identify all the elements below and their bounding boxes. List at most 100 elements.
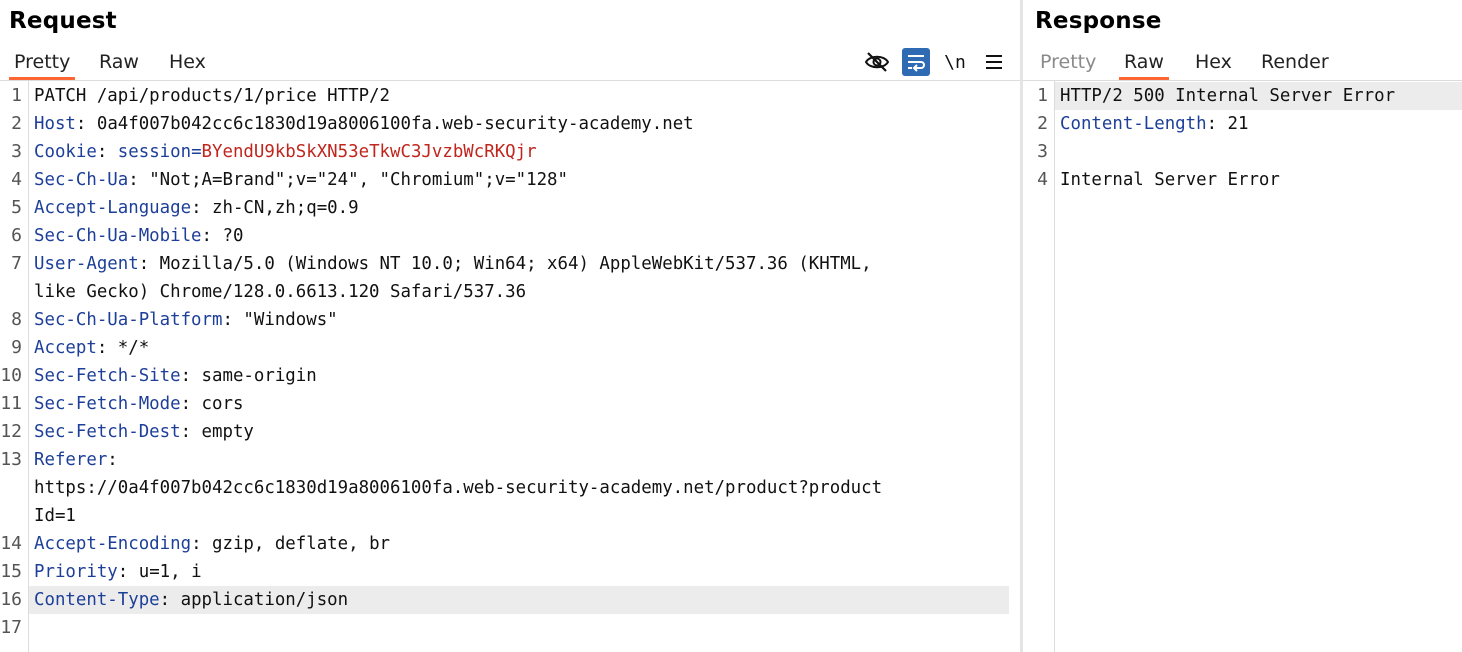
header-name: Cookie [34, 142, 97, 162]
line-number: 4 [11, 169, 22, 190]
line-content: Sec-Fetch-Dest: empty [34, 422, 254, 442]
eye-slash-icon[interactable] [863, 48, 891, 76]
line-number: 4 [1037, 169, 1048, 190]
line-text: like Gecko) Chrome/128.0.6613.120 Safari… [34, 282, 527, 302]
editor-line: 5 Accept-Language: zh-CN,zh;q=0.9 [0, 194, 1020, 222]
tab-hex[interactable]: Hex [1190, 48, 1237, 78]
header-name: Sec-Ch-Ua-Platform [34, 310, 223, 330]
editor-line: 1 HTTP/2 500 Internal Server Error [1023, 82, 1462, 110]
line-number: 5 [11, 197, 22, 218]
header-value: ?0 [222, 226, 244, 246]
line-number: 6 [11, 225, 22, 246]
cookie-value: BYendU9kbSkXN53eTkwC3JvzbWcRKQjr [201, 142, 537, 162]
line-number: 1 [11, 85, 22, 106]
tab-hex[interactable]: Hex [164, 48, 211, 78]
line-content: PATCH /api/products/1/price HTTP/2 [34, 82, 390, 110]
line-number: 16 [0, 589, 22, 610]
line-content: User-Agent: Mozilla/5.0 (Windows NT 10.0… [34, 254, 872, 274]
header-value: cors [201, 394, 244, 414]
header-name: Accept-Language [34, 198, 192, 218]
line-text: Internal Server Error [1060, 170, 1280, 190]
header-value: application/json [180, 590, 349, 610]
editor-line: 3 [1023, 138, 1462, 166]
editor-line: 3 Cookie: session=BYendU9kbSkXN53eTkwC3Jv… [0, 138, 1020, 166]
tab-render[interactable]: Render [1256, 48, 1334, 78]
line-number: 7 [11, 253, 22, 274]
editor-line: https://0a4f007b042cc6c1830d19a8006100fa… [0, 474, 1020, 502]
line-content: like Gecko) Chrome/128.0.6613.120 Safari… [34, 278, 526, 306]
line-text: https://0a4f007b042cc6c1830d19a8006100fa… [34, 478, 883, 498]
tab-raw[interactable]: Raw [1119, 48, 1169, 80]
line-content: Sec-Ch-Ua-Platform: "Windows" [34, 310, 338, 330]
response-tabbar: Pretty Raw Hex Render [1023, 48, 1462, 81]
line-number: 3 [1037, 141, 1048, 162]
editor-line: 2 Host: 0a4f007b042cc6c1830d19a8006100fa.… [0, 110, 1020, 138]
header-name: Priority [34, 562, 118, 582]
line-number: 9 [11, 337, 22, 358]
header-name: Sec-Fetch-Site [34, 366, 181, 386]
editor-line: 16 Content-Type: application/json [0, 586, 1020, 614]
editor-line: 8 Sec-Ch-Ua-Platform: "Windows" [0, 306, 1020, 334]
editor-line: 15 Priority: u=1, i [0, 558, 1020, 586]
line-content: Accept: */* [34, 338, 150, 358]
line-number: 2 [11, 113, 22, 134]
header-name: Sec-Ch-Ua-Mobile [34, 226, 202, 246]
line-number: 10 [0, 365, 22, 386]
line-content: Accept-Language: zh-CN,zh;q=0.9 [34, 198, 359, 218]
line-number: 11 [0, 393, 22, 414]
line-content: Sec-Fetch-Site: same-origin [34, 366, 317, 386]
editor-line: 1 PATCH /api/products/1/price HTTP/2 [0, 82, 1020, 110]
line-content: Referer: [34, 450, 129, 470]
response-editor[interactable]: 1 HTTP/2 500 Internal Server Error 2 Conten… [1023, 81, 1462, 652]
header-value: u=1, i [138, 562, 202, 582]
line-number: 1 [1037, 85, 1048, 106]
tab-pretty[interactable]: Pretty [9, 48, 76, 80]
line-number: 13 [0, 449, 22, 470]
response-title: Response [1035, 8, 1162, 34]
line-content: https://0a4f007b042cc6c1830d19a8006100fa… [34, 474, 882, 502]
header-value: empty [201, 422, 254, 442]
line-content: Content-Length: 21 [1060, 114, 1249, 134]
header-value: gzip, deflate, br [212, 534, 391, 554]
editor-line: 10 Sec-Fetch-Site: same-origin [0, 362, 1020, 390]
header-value: zh-CN,zh;q=0.9 [212, 198, 359, 218]
line-number: 17 [0, 617, 22, 638]
line-content: Host: 0a4f007b042cc6c1830d19a8006100fa.w… [34, 114, 694, 134]
line-text: Id=1 [34, 506, 76, 526]
editor-line: 9 Accept: */* [0, 334, 1020, 362]
hamburger-menu-icon[interactable] [980, 48, 1008, 76]
request-editor[interactable]: 1 PATCH /api/products/1/price HTTP/2 2 Host… [0, 81, 1020, 652]
request-title: Request [9, 8, 117, 34]
header-name: Host [34, 114, 76, 134]
tab-pretty[interactable]: Pretty [1035, 48, 1101, 78]
line-number: 2 [1037, 113, 1048, 134]
newline-toggle-button[interactable]: \n [941, 48, 969, 76]
header-name: Sec-Fetch-Mode [34, 394, 181, 414]
line-number: 15 [0, 561, 22, 582]
header-name: Content-Type [34, 590, 160, 610]
line-content: Content-Type: application/json [34, 590, 349, 610]
header-value: same-origin [201, 366, 317, 386]
header-name: Sec-Fetch-Dest [34, 422, 181, 442]
header-name: Accept [34, 338, 97, 358]
header-name: Content-Length [1060, 114, 1207, 134]
line-content: Sec-Ch-Ua: "Not;A=Brand";v="24", "Chromi… [34, 170, 568, 190]
line-number: 3 [11, 141, 22, 162]
header-name: User-Agent [34, 254, 139, 274]
line-content: Priority: u=1, i [34, 562, 202, 582]
editor-line: 13 Referer: [0, 446, 1020, 474]
header-name: Referer [34, 450, 108, 470]
header-name: Sec-Ch-Ua [34, 170, 129, 190]
header-value: 0a4f007b042cc6c1830d19a8006100fa.web-sec… [96, 114, 694, 134]
editor-line: like Gecko) Chrome/128.0.6613.120 Safari… [0, 278, 1020, 306]
tab-raw[interactable]: Raw [94, 48, 144, 78]
editor-line: 6 Sec-Ch-Ua-Mobile: ?0 [0, 222, 1020, 250]
line-content: Accept-Encoding: gzip, deflate, br [34, 534, 391, 554]
editor-line: 14 Accept-Encoding: gzip, deflate, br [0, 530, 1020, 558]
header-value: */* [117, 338, 150, 358]
editor-line: 17 [0, 614, 1020, 642]
header-value: Mozilla/5.0 (Windows NT 10.0; Win64; x64… [159, 254, 872, 274]
header-name: Accept-Encoding [34, 534, 192, 554]
line-content: Id=1 [34, 502, 76, 530]
word-wrap-icon[interactable] [902, 48, 930, 76]
